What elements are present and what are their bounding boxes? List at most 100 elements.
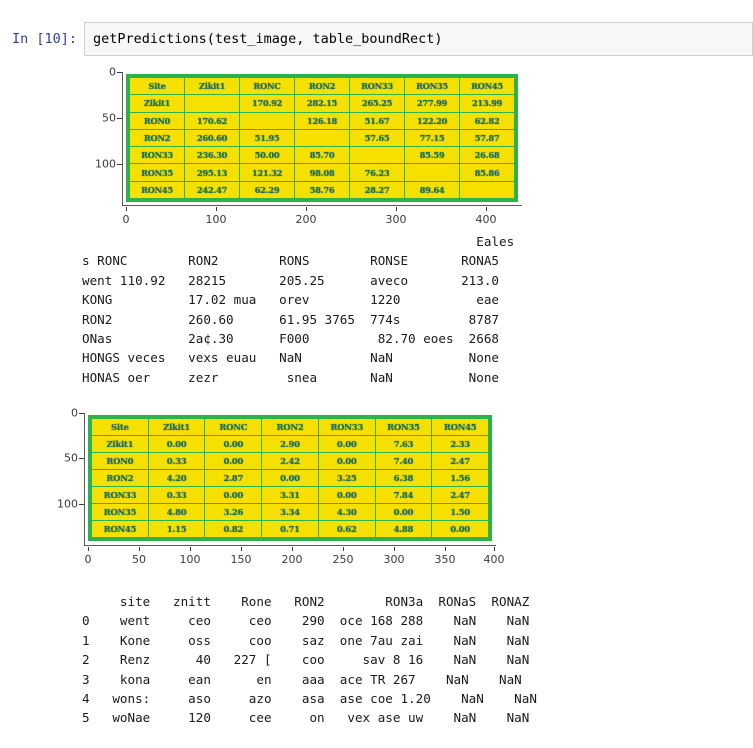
table-cell: 51.95 [239, 128, 295, 148]
output-line: 0 went ceo ceo 290 oce 168 288 NaN NaN [82, 613, 530, 629]
table-cell: 98.08 [294, 163, 350, 182]
table-header-cell: Zikit1 [184, 77, 240, 96]
output-line: Eales [82, 234, 515, 249]
table-cell: 6.38 [374, 469, 433, 487]
table-header-cell: RONC [204, 418, 263, 436]
detected-table-image-1: Site Zikit1 RONC RON2 RON33 RON35 RON45 Zikit1 1… [126, 74, 518, 202]
table-cell: 28.27 [349, 180, 405, 199]
table-cell: RON35 [129, 163, 185, 182]
output-line: KONG 17.02 mua orev 1220 eae [82, 292, 500, 308]
table-row: Site Zikit1 RONC RON2 RON33 RON35 RON45 [129, 77, 515, 96]
table-cell: 295.13 [184, 163, 240, 182]
table-cell: 0.82 [204, 520, 263, 538]
table-2-body: Site Zikit1 RONC RON2 RON33 RON35 RON45 Zikit1 0… [91, 418, 489, 538]
table-cell: RON35 [91, 503, 149, 521]
table-cell: 3.34 [261, 503, 319, 521]
table-1: Site Zikit1 RONC RON2 RON33 RON35 RON45 Zikit1 1… [129, 77, 515, 199]
output-line: RON2 260.60 61.95 3765 774s 8787 [82, 311, 500, 327]
table-cell: 2.42 [261, 452, 319, 470]
table-cell [349, 146, 405, 165]
y-tick-label: 0 [71, 406, 78, 420]
x-tick-label: 150 [230, 553, 252, 566]
code-editor[interactable]: getPredictions(test_image, table_boundRe… [84, 22, 753, 56]
table-cell: 77.15 [404, 128, 460, 148]
table-cell: 50.00 [239, 146, 295, 165]
table-cell: 2.47 [431, 452, 489, 470]
output-line: HONGS veces vexs euau NaN NaN None [82, 350, 500, 366]
figure-2: 0 50 100 Site Zikit1 RONC RON2 RON33 RON35 RON… [50, 404, 520, 574]
input-prompt-label: In [10]: [11, 31, 77, 47]
table-cell: 0.00 [147, 435, 206, 453]
table-cell: 4.80 [147, 503, 206, 521]
notebook-input-cell[interactable]: In [10]: getPredictions(test_image, tabl… [0, 22, 753, 56]
table-row: RON35 295.13 121.32 98.08 76.23 85.86 [129, 163, 515, 182]
table-cell: 0.71 [261, 520, 319, 538]
table-cell [459, 180, 515, 199]
table-cell: 57.65 [349, 128, 405, 148]
table-row: RON2 260.60 51.95 57.65 77.15 57.87 [129, 128, 515, 148]
table-header-cell: RON33 [349, 77, 405, 96]
table-cell: RON0 [91, 452, 149, 470]
x-tick-label: 250 [332, 553, 354, 566]
table-cell: 4.88 [374, 520, 433, 538]
table-cell: RON2 [129, 128, 185, 148]
table-cell: 58.76 [294, 180, 350, 199]
table-cell: 0.62 [317, 520, 376, 538]
table-row: Zikit1 0.00 0.00 2.90 0.00 7.63 2.33 [91, 435, 489, 453]
table-header-cell: RON35 [374, 418, 433, 436]
figure-1-y-axis: 0 50 100 [88, 64, 122, 234]
table-header-cell: RON33 [317, 418, 376, 436]
output-line: 5 woNae 120 cee on vex ase uw NaN NaN [82, 710, 530, 726]
text-output-1: Eales s RONC RON2 RONS RONSE RONA5 went 11… [82, 232, 514, 387]
table-cell: 2.90 [261, 435, 319, 453]
table-cell: 4.30 [317, 503, 376, 521]
y-tick-label: 100 [57, 497, 78, 511]
table-cell: 170.92 [239, 94, 295, 113]
table-header-cell: RON2 [261, 418, 319, 436]
axis-spine-bottom [84, 545, 496, 546]
x-tick-label: 400 [475, 213, 497, 226]
table-cell [294, 128, 350, 148]
text-output-2: site znitt Rone RON2 RON3a RONaS RONAZ 0 … [82, 592, 537, 728]
table-row: RON45 242.47 62.29 58.76 28.27 89.64 [129, 180, 515, 199]
output-line: 4 wons: aso azo asa ase coe 1.20 NaN NaN [82, 691, 537, 707]
table-cell: 277.99 [404, 94, 460, 113]
table-cell: 0.00 [204, 452, 263, 470]
table-cell: 1.50 [431, 503, 489, 521]
table-cell: 3.26 [204, 503, 263, 521]
jupyter-notebook-output: In [10]: getPredictions(test_image, tabl… [0, 0, 753, 748]
table-cell: 62.82 [459, 111, 515, 130]
table-cell: 76.23 [349, 163, 405, 182]
x-tick-label: 400 [483, 553, 505, 566]
table-cell: 85.59 [404, 146, 460, 165]
table-row: Site Zikit1 RONC RON2 RON33 RON35 RON45 [91, 418, 489, 436]
x-tick-label: 200 [295, 213, 317, 226]
table-cell: 0.00 [374, 503, 433, 521]
x-tick-label: 0 [84, 553, 92, 566]
table-cell: 4.20 [147, 469, 206, 487]
x-tick-label: 350 [434, 553, 456, 566]
y-tick-label: 50 [102, 111, 116, 125]
table-cell: 7.40 [374, 452, 433, 470]
x-tick-label: 100 [179, 553, 201, 566]
detected-table-image-2: Site Zikit1 RONC RON2 RON33 RON35 RON45 Zikit1 0… [88, 415, 492, 541]
table-cell: RON33 [129, 146, 185, 165]
output-line: went 110.92 28215 205.25 aveco 213.0 [82, 272, 500, 288]
table-cell: 122.20 [404, 111, 460, 130]
y-tick-label: 0 [109, 65, 116, 79]
table-cell: 1.56 [431, 469, 489, 487]
table-cell: 26.68 [459, 146, 515, 165]
table-cell: 3.25 [317, 469, 376, 487]
y-tick-label: 100 [95, 157, 116, 171]
table-cell: 0.00 [317, 435, 376, 453]
x-tick-label: 0 [122, 213, 130, 226]
table-row: RON35 4.80 3.26 3.34 4.30 0.00 1.50 [91, 503, 489, 521]
table-cell: 2.87 [204, 469, 263, 487]
table-cell: RON45 [129, 180, 185, 199]
table-cell: 2.33 [431, 435, 489, 453]
table-header-cell: RON35 [404, 77, 460, 96]
table-header-cell: Site [129, 77, 185, 96]
figure-1: 0 50 100 Site Zikit1 RONC RON2 RON33 RON35 RON… [88, 64, 528, 234]
output-line: ONas 2a¢.30 F000 82.70 eoes 2668 [82, 331, 500, 347]
x-tick-label: 100 [205, 213, 227, 226]
